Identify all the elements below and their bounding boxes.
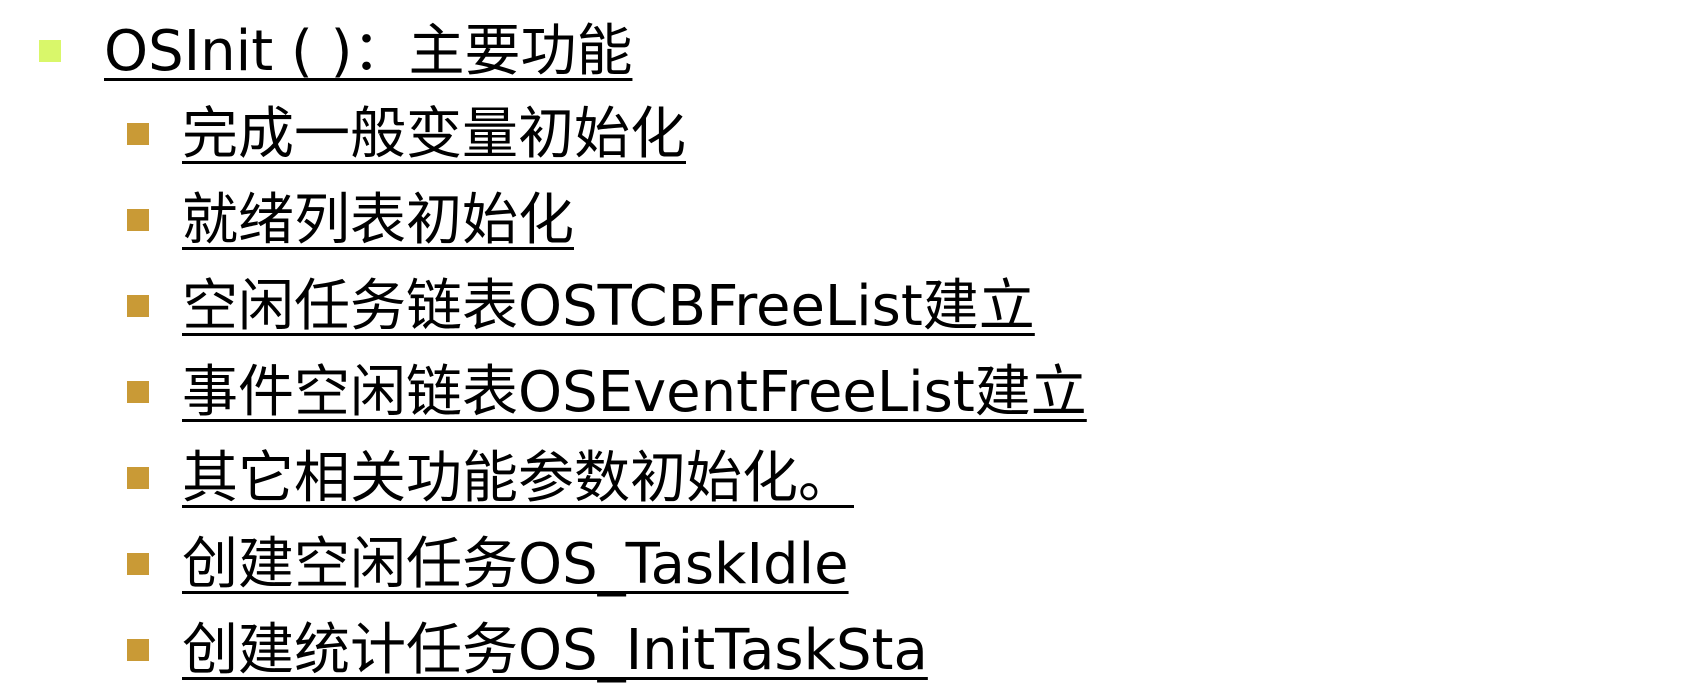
square-bullet-icon	[127, 467, 149, 489]
list-item-text[interactable]: 完成一般变量初始化	[182, 107, 686, 163]
square-bullet-icon	[127, 639, 149, 661]
square-bullet-icon	[127, 381, 149, 403]
square-bullet-icon	[39, 40, 61, 62]
heading-text[interactable]: OSInit ( )：主要功能	[104, 24, 632, 80]
list-item-text[interactable]: 空闲任务链表OSTCBFreeList建立	[182, 279, 1035, 335]
square-bullet-icon	[127, 209, 149, 231]
square-bullet-icon	[127, 295, 149, 317]
list-item-text[interactable]: 事件空闲链表OSEventFreeList建立	[182, 365, 1087, 421]
slide: OSInit ( )：主要功能 完成一般变量初始化 就绪列表初始化 空闲任务链表…	[0, 0, 1692, 694]
list-item-text[interactable]: 其它相关功能参数初始化。	[182, 451, 854, 507]
list-item-text[interactable]: 创建统计任务OS_InitTaskSta	[182, 623, 928, 679]
list-item-text[interactable]: 就绪列表初始化	[182, 193, 574, 249]
square-bullet-icon	[127, 553, 149, 575]
square-bullet-icon	[127, 123, 149, 145]
list-item-text[interactable]: 创建空闲任务OS_TaskIdle	[182, 537, 849, 593]
